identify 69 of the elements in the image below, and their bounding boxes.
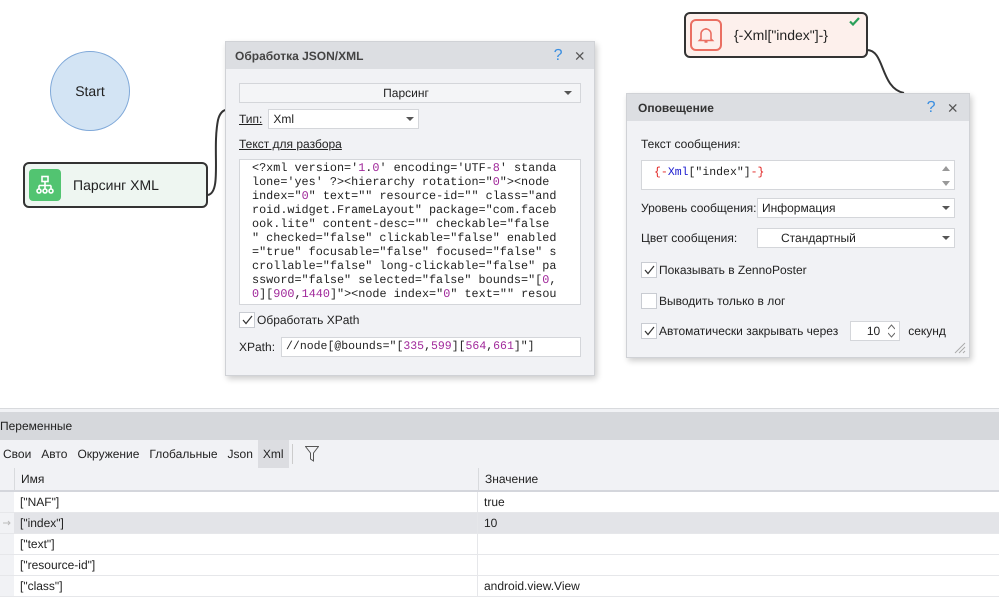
message-label: Текст сообщения: — [641, 136, 742, 153]
table-row[interactable]: ["index"] 10 — [0, 513, 999, 534]
row-header[interactable] — [0, 534, 14, 554]
column-header[interactable]: Значение — [478, 468, 999, 490]
variables-tab[interactable]: Авто — [36, 440, 72, 468]
checkbox-label: Обработать XPath — [257, 312, 360, 329]
checkbox[interactable] — [641, 262, 657, 278]
close-button[interactable]: × — [947, 98, 958, 116]
column-header[interactable]: Имя — [14, 468, 478, 490]
checkbox[interactable] — [239, 312, 255, 328]
type-dropdown[interactable]: Xml — [268, 109, 420, 129]
variables-tab[interactable]: Xml — [258, 440, 289, 468]
dropdown-caret-icon — [564, 91, 572, 95]
text-label: Текст для разбора — [239, 136, 342, 153]
table-cell: ["text"] — [14, 534, 478, 554]
level-label: Уровень сообщения: — [641, 200, 757, 217]
seconds-unit: секунд — [908, 323, 946, 340]
seconds-spinner[interactable]: 10 — [850, 321, 900, 341]
table-cell: ["class"] — [14, 576, 478, 596]
xpath-label: XPath: — [239, 339, 276, 356]
row-header[interactable] — [0, 513, 14, 533]
dropdown-caret-icon — [942, 206, 950, 210]
table-row[interactable]: ["resource-id"] — [0, 555, 999, 576]
table-row[interactable]: ["text"] — [0, 534, 999, 555]
table-row[interactable]: ["NAF"] true — [0, 492, 999, 513]
type-label: Тип: — [239, 111, 262, 128]
close-button[interactable]: × — [574, 46, 585, 64]
table-cell-text: true — [483, 494, 506, 511]
dialog-title: Оповещение — [638, 100, 715, 116]
checkbox[interactable] — [641, 323, 657, 339]
filter-icon[interactable] — [304, 446, 319, 462]
connector-line — [866, 49, 904, 94]
checkbox[interactable] — [641, 293, 657, 309]
table-row[interactable]: ["class"] android.view.View — [0, 576, 999, 597]
table-cell-text: 10 — [483, 515, 498, 532]
color-dropdown[interactable]: Стандартный — [757, 228, 955, 248]
variables-tab[interactable]: Глобальные — [144, 440, 223, 468]
row-header[interactable] — [0, 492, 14, 512]
table-cell-text: android.view.View — [483, 578, 581, 595]
spinner-arrows-icon — [888, 324, 896, 338]
level-dropdown[interactable]: Информация — [757, 198, 955, 218]
bell-icon — [690, 19, 722, 51]
variables-tab[interactable]: Json — [222, 440, 258, 468]
message-field[interactable]: {-Xml["index"]-} — [641, 160, 955, 190]
variables-tab[interactable]: Окружение — [72, 440, 144, 468]
table-cell: ["index"] — [14, 513, 478, 533]
scroll-arrows-icon — [942, 166, 950, 186]
table-cell: ["NAF"] — [14, 492, 478, 512]
panel-header: Переменные — [0, 412, 999, 440]
checkbox-label: Выводить только в лог — [659, 293, 786, 310]
resize-grip-icon — [954, 342, 966, 354]
row-header[interactable] — [0, 576, 14, 596]
hierarchy-icon — [29, 169, 61, 201]
xml-text-area[interactable]: <?xml version='1.0' encoding='UTF-8' standa lone='yes' ?><hierarchy rotation="0"><node index="0" text="" resource-id="" class="and roid.widget.FrameLayout" package="com.faceb ook.lite" content-desc="" checkable="false " checked="false" clickable="false" enabled ="true" focusable="false" focused="false" s crollable="false" long-clickable="false" pa ssword="false" selected="false" bounds="[0, 0][900,1440]"><node index="0" text="" resou — [239, 159, 581, 305]
table-cell: ["resource-id"] — [14, 555, 478, 575]
action-dropdown[interactable]: Парсинг — [239, 83, 581, 103]
dropdown-caret-icon — [406, 117, 414, 121]
dialog-title: Обработка JSON/XML — [235, 48, 364, 64]
checkbox-label: Показывать в ZennoPoster — [659, 262, 807, 279]
arrow-icon — [3, 520, 11, 526]
xpath-field[interactable]: //node[@bounds="[335,599][564,661]"] — [281, 337, 581, 357]
variables-tab[interactable]: Свои — [0, 440, 36, 468]
start-node[interactable]: Start — [50, 51, 130, 131]
color-label: Цвет сообщения: — [641, 230, 738, 247]
dropdown-caret-icon — [942, 236, 950, 240]
row-header[interactable] — [0, 555, 14, 575]
notification-node[interactable]: {-Xml["index"]-} — [684, 12, 868, 58]
checkbox-label: Автоматически закрывать через — [659, 323, 838, 340]
action-node[interactable]: Парсинг XML — [23, 162, 208, 208]
